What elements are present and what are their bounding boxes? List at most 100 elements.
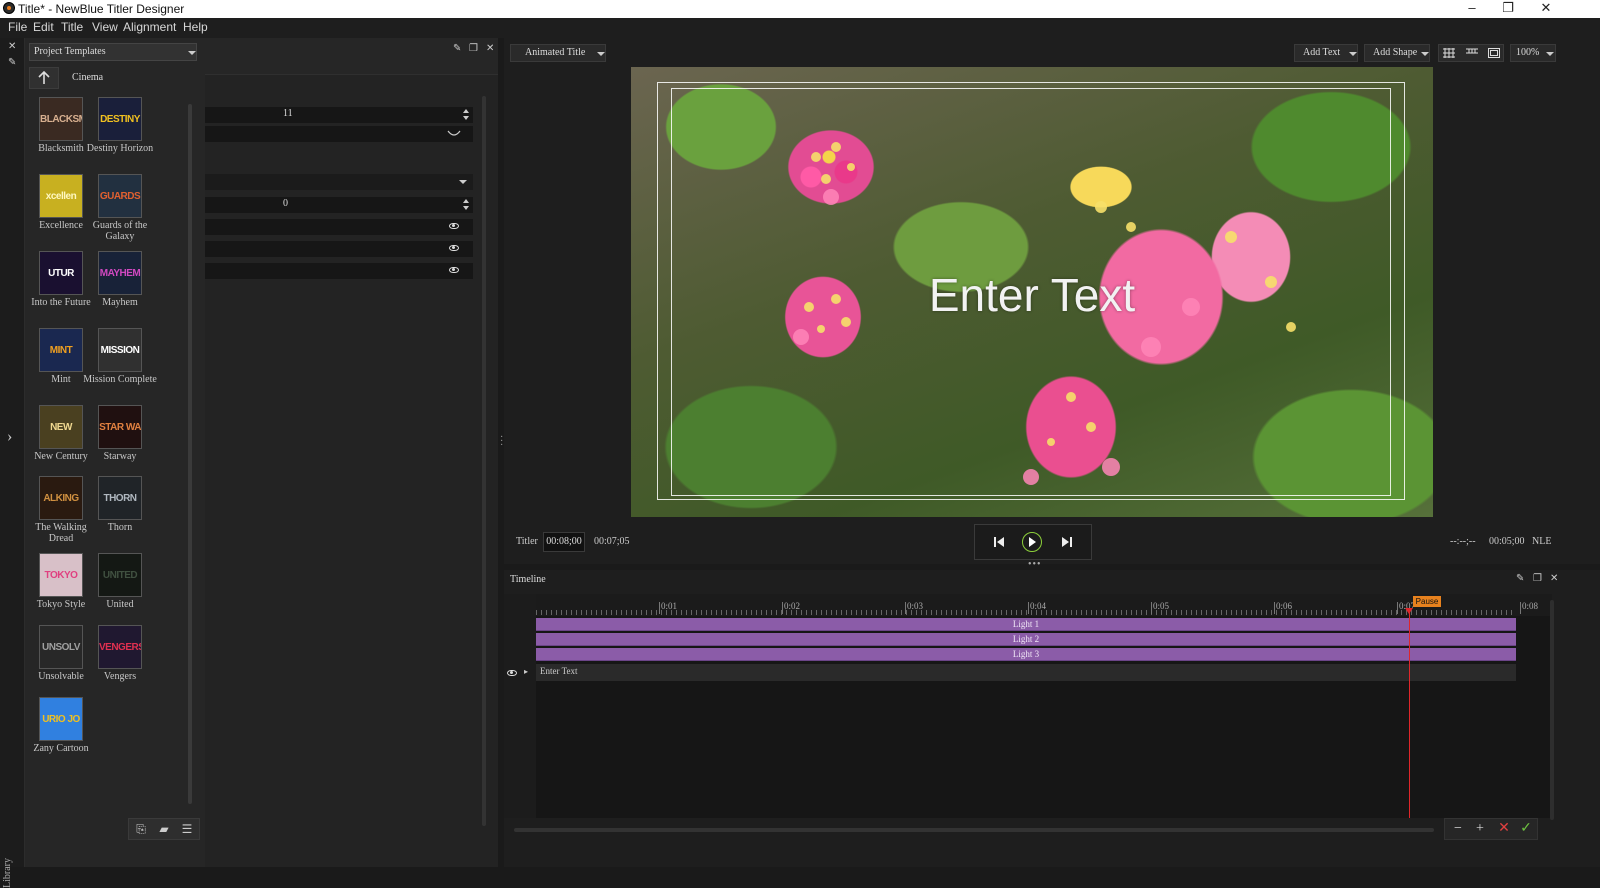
- dropdown-caret-icon: [459, 180, 467, 184]
- skip-start-button[interactable]: [993, 536, 1005, 548]
- pin-icon[interactable]: ✎: [453, 44, 461, 54]
- spin-down-icon[interactable]: [463, 206, 469, 210]
- property-spinner[interactable]: 11: [205, 107, 473, 123]
- template-item[interactable]: STAR WA Starway: [90, 405, 150, 475]
- expand-track-icon[interactable]: ▸: [524, 667, 528, 676]
- timeline-vscrollbar[interactable]: [1550, 600, 1554, 820]
- window-title: Title* - NewBlue Titler Designer: [18, 2, 185, 16]
- template-item[interactable]: URIO JO Zany Cartoon: [31, 697, 91, 767]
- track-light-3[interactable]: Light 3: [536, 648, 1516, 661]
- template-item[interactable]: UNSOLV Unsolvable: [31, 625, 91, 695]
- visibility-eye-icon[interactable]: [449, 267, 459, 273]
- visibility-eye-icon[interactable]: [507, 670, 517, 676]
- zoom-out-button[interactable]: −: [1449, 821, 1467, 837]
- add-shape-label: Add Shape: [1373, 47, 1418, 58]
- canvas-text-object[interactable]: Enter Text: [631, 268, 1433, 322]
- skip-end-button[interactable]: [1061, 536, 1073, 548]
- folder-icon[interactable]: ▰: [156, 822, 172, 836]
- zoom-in-button[interactable]: +: [1471, 821, 1489, 837]
- visibility-eye-icon[interactable]: [449, 223, 459, 229]
- template-item[interactable]: MINT Mint: [31, 328, 91, 398]
- zoom-select[interactable]: 100%: [1510, 44, 1556, 62]
- menu-edit[interactable]: Edit: [33, 20, 54, 34]
- add-text-label: Add Text: [1303, 47, 1341, 58]
- library-tab-label[interactable]: Library: [2, 848, 22, 888]
- menu-view[interactable]: View: [92, 20, 118, 34]
- float-panel-icon[interactable]: ❐: [1533, 574, 1542, 584]
- template-item[interactable]: TOKYO Tokyo Style: [31, 553, 91, 623]
- templates-source-dropdown[interactable]: Project Templates: [29, 43, 197, 61]
- save-template-icon[interactable]: ⎘: [133, 822, 149, 836]
- templates-scrollbar[interactable]: [188, 104, 192, 804]
- menu-help[interactable]: Help: [183, 20, 208, 34]
- cancel-button[interactable]: ✕: [1495, 821, 1513, 837]
- close-window-button[interactable]: ✕: [1528, 0, 1564, 18]
- pin-icon[interactable]: ✎: [8, 58, 16, 68]
- property-dropdown[interactable]: [205, 174, 473, 190]
- close-panel-icon[interactable]: ✕: [1550, 574, 1558, 584]
- grid-icon[interactable]: [1443, 48, 1455, 58]
- layer-row[interactable]: [205, 241, 473, 257]
- minimize-button[interactable]: –: [1454, 0, 1490, 18]
- filmstrip-icon[interactable]: [1466, 48, 1478, 58]
- pause-marker[interactable]: Pause: [1413, 596, 1441, 607]
- menu-file[interactable]: File: [8, 20, 27, 34]
- folder-up-button[interactable]: [29, 67, 59, 89]
- timeline-title: Timeline: [510, 574, 546, 585]
- template-item[interactable]: MAYHEM Mayhem: [90, 251, 150, 321]
- property-curve-field[interactable]: [205, 126, 473, 142]
- menu-title[interactable]: Title: [61, 20, 83, 34]
- ruler-major-tick: [782, 602, 783, 614]
- time-ruler[interactable]: 0:01 0:02 0:03 0:04 0:05 0:06 0:07 0:08: [536, 594, 1552, 616]
- timeline-tracks[interactable]: 0:01 0:02 0:03 0:04 0:05 0:06 0:07 0:08 Light 1…: [536, 594, 1552, 818]
- template-item[interactable]: MISSION Mission Complete: [83, 328, 157, 398]
- template-item[interactable]: THORN Thorn: [90, 476, 150, 546]
- properties-scrollbar[interactable]: [482, 96, 486, 826]
- close-panel-icon[interactable]: ✕: [8, 42, 16, 52]
- nle-duration: 00:05;00: [1489, 536, 1525, 547]
- expand-chevron-icon[interactable]: ›: [7, 429, 12, 445]
- template-item[interactable]: ALKING DREAThe Walking Dread: [31, 476, 91, 546]
- current-time-field[interactable]: 00:08;00: [543, 532, 585, 552]
- ruler-major-tick: [1397, 602, 1398, 614]
- property-spinner[interactable]: 0: [205, 197, 473, 213]
- splitter-grip-icon[interactable]: •••: [1028, 559, 1042, 570]
- preview-area: Animated Title Add Text Add Shape 100% E…: [504, 38, 1600, 570]
- add-shape-button[interactable]: Add Shape: [1364, 44, 1430, 62]
- confirm-button[interactable]: ✓: [1517, 821, 1535, 837]
- spin-up-icon[interactable]: [463, 109, 469, 113]
- playhead-handle[interactable]: [1405, 608, 1413, 614]
- spin-up-icon[interactable]: [463, 199, 469, 203]
- restore-button[interactable]: ❐: [1490, 0, 1526, 18]
- template-thumbnail: STAR WA: [98, 405, 142, 449]
- template-item[interactable]: UNITED United: [90, 553, 150, 623]
- close-panel-icon[interactable]: ✕: [486, 44, 494, 54]
- animation-type-select[interactable]: Animated Title: [510, 44, 606, 62]
- template-item[interactable]: GUARDS GALAXYGuards of the Galaxy: [90, 174, 150, 244]
- play-button[interactable]: [1022, 532, 1042, 552]
- playhead-line[interactable]: [1409, 608, 1410, 818]
- spin-down-icon[interactable]: [463, 116, 469, 120]
- track-enter-text[interactable]: Enter Text: [536, 664, 1516, 681]
- template-item[interactable]: DESTINY HORIZO Destiny Horizon: [87, 97, 153, 167]
- template-name: United: [106, 599, 134, 610]
- menu-alignment[interactable]: Alignment: [123, 20, 176, 34]
- template-item[interactable]: BLACKSMITHBlacksmith: [31, 97, 91, 167]
- float-panel-icon[interactable]: ❐: [469, 44, 478, 54]
- track-light-2[interactable]: Light 2: [536, 633, 1516, 646]
- layer-row[interactable]: [205, 263, 473, 279]
- animation-type-label: Animated Title: [525, 47, 586, 58]
- template-item[interactable]: UTUR Into the Future: [31, 251, 91, 321]
- timeline-hscrollbar[interactable]: [514, 828, 1434, 832]
- template-item[interactable]: VENGERS Vengers: [90, 625, 150, 695]
- title-canvas[interactable]: Enter Text: [631, 67, 1433, 517]
- template-thumbnail: ALKING DREA: [39, 476, 83, 520]
- template-item[interactable]: NEW ENTURNew Century: [31, 405, 91, 475]
- visibility-eye-icon[interactable]: [449, 245, 459, 251]
- safe-area-icon[interactable]: [1488, 48, 1500, 58]
- track-light-1[interactable]: Light 1: [536, 618, 1516, 631]
- layer-row[interactable]: [205, 219, 473, 235]
- list-view-icon[interactable]: ☰: [179, 822, 195, 836]
- add-text-button[interactable]: Add Text: [1294, 44, 1358, 62]
- pin-icon[interactable]: ✎: [1516, 574, 1524, 584]
